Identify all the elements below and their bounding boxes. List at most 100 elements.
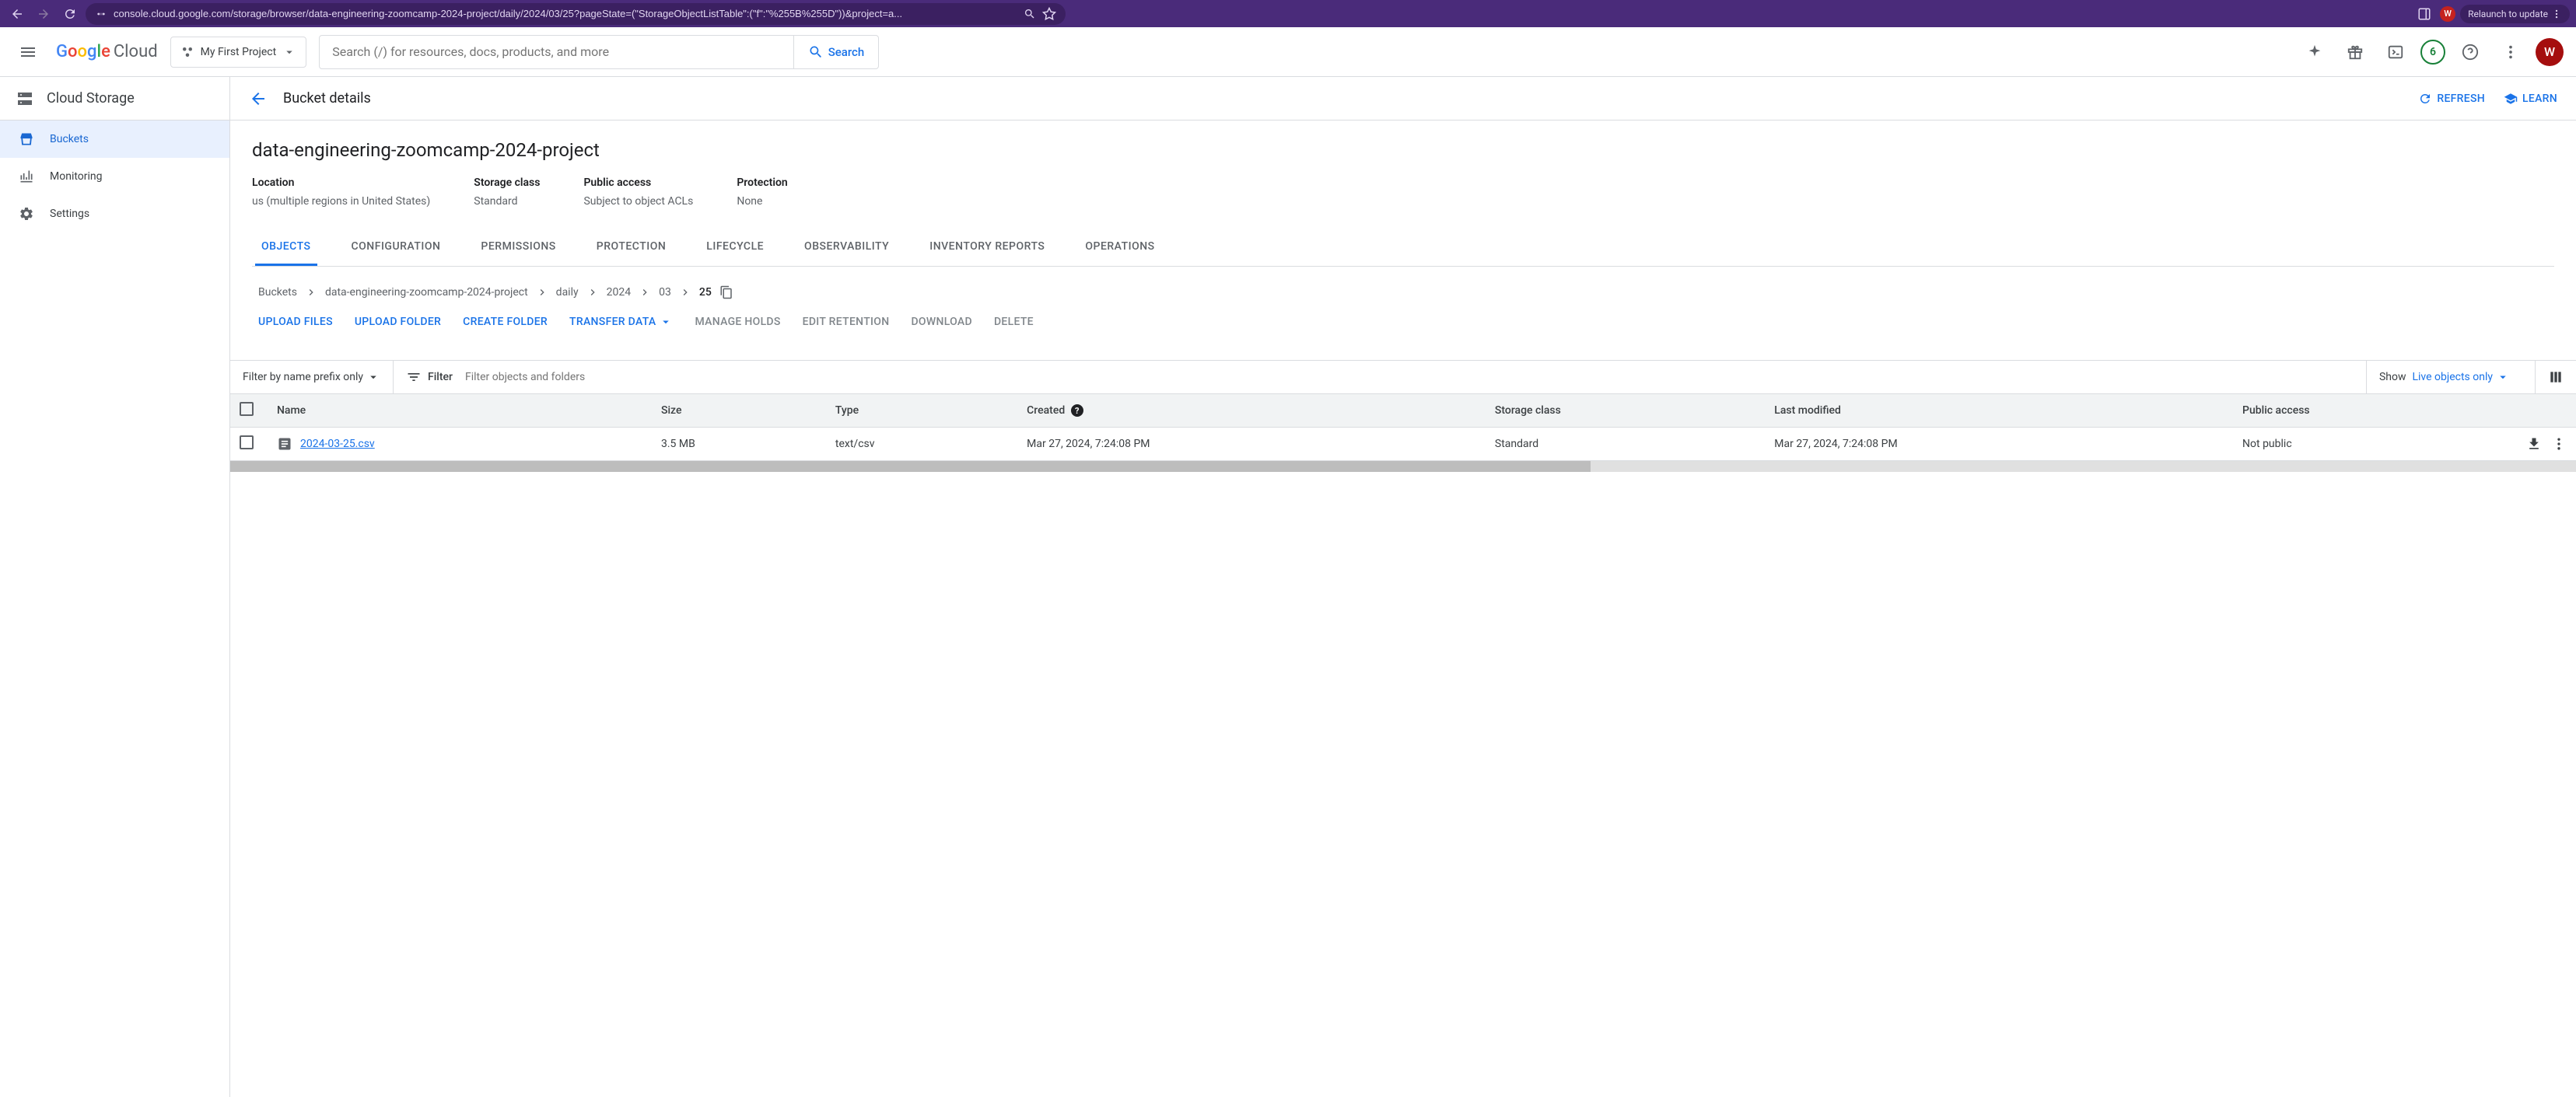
sidebar-item-monitoring[interactable]: Monitoring <box>0 158 229 195</box>
breadcrumb-root[interactable]: Buckets <box>258 286 297 299</box>
dropdown-icon <box>659 315 673 329</box>
edit-retention-button[interactable]: EDIT RETENTION <box>803 315 890 329</box>
browser-forward-button[interactable] <box>33 3 54 25</box>
bucket-info-row: Location us (multiple regions in United … <box>252 176 2554 208</box>
sidebar-item-buckets[interactable]: Buckets <box>0 121 229 158</box>
show-dropdown[interactable]: Live objects only <box>2412 370 2510 384</box>
browser-profile-badge[interactable]: W <box>2440 6 2455 22</box>
browser-url-bar[interactable]: console.cloud.google.com/storage/browser… <box>86 3 1066 25</box>
select-all-checkbox[interactable] <box>240 402 254 416</box>
breadcrumb-part[interactable]: 2024 <box>607 286 631 299</box>
create-folder-button[interactable]: CREATE FOLDER <box>463 315 548 329</box>
search-input[interactable] <box>320 44 793 59</box>
cloud-shell-icon[interactable] <box>2380 37 2411 68</box>
help-icon[interactable] <box>2455 37 2486 68</box>
breadcrumb: Buckets data-engineering-zoomcamp-2024-p… <box>252 267 2554 315</box>
object-name-link[interactable]: 2024-03-25.csv <box>300 438 375 450</box>
col-storage-class[interactable]: Storage class <box>1486 394 1765 428</box>
project-picker[interactable]: My First Project <box>170 37 307 68</box>
extension-panel-icon[interactable] <box>2413 3 2435 25</box>
cell-created: Mar 27, 2024, 7:24:08 PM <box>1017 428 1486 461</box>
relaunch-button[interactable]: Relaunch to update <box>2460 5 2570 23</box>
breadcrumb-part[interactable]: 03 <box>659 286 671 299</box>
download-button[interactable]: DOWNLOAD <box>911 315 972 329</box>
chevron-right-icon <box>639 286 651 299</box>
notification-badge[interactable]: 6 <box>2420 40 2445 65</box>
tab-operations[interactable]: OPERATIONS <box>1079 229 1160 266</box>
product-header: Cloud Storage <box>0 77 229 121</box>
nav-menu-button[interactable] <box>12 37 44 68</box>
column-display-button[interactable] <box>2535 361 2564 393</box>
row-checkbox[interactable] <box>240 435 254 449</box>
manage-holds-button[interactable]: MANAGE HOLDS <box>695 315 780 329</box>
info-value: Standard <box>474 195 540 208</box>
tabs: OBJECTS CONFIGURATION PERMISSIONS PROTEC… <box>252 229 2554 267</box>
bookmark-star-icon[interactable] <box>1042 7 1056 21</box>
storage-product-icon <box>16 89 34 108</box>
learn-button[interactable]: LEARN <box>2504 92 2557 106</box>
info-location: Location us (multiple regions in United … <box>252 176 430 208</box>
show-filter: Show Live objects only <box>2366 361 2510 393</box>
col-type[interactable]: Type <box>826 394 1017 428</box>
delete-button[interactable]: DELETE <box>994 315 1034 329</box>
ai-assist-icon[interactable] <box>2299 37 2330 68</box>
col-last-modified[interactable]: Last modified <box>1765 394 2233 428</box>
cell-type: text/csv <box>826 428 1017 461</box>
sidebar-item-settings[interactable]: Settings <box>0 195 229 232</box>
dropdown-icon <box>366 370 380 384</box>
scrollbar-thumb[interactable] <box>230 461 1591 472</box>
tab-permissions[interactable]: PERMISSIONS <box>474 229 562 266</box>
refresh-button[interactable]: REFRESH <box>2418 92 2485 106</box>
filter-bar: Filter by name prefix only Filter Show L… <box>230 360 2576 394</box>
breadcrumb-current: 25 <box>699 286 712 299</box>
show-label: Show <box>2379 371 2406 383</box>
tab-objects[interactable]: OBJECTS <box>255 229 317 266</box>
show-value-text: Live objects only <box>2412 371 2493 383</box>
row-more-icon[interactable] <box>2551 436 2567 452</box>
filter-icon <box>406 369 422 385</box>
gear-icon <box>19 206 34 222</box>
zoom-icon[interactable] <box>1024 8 1036 20</box>
col-size[interactable]: Size <box>652 394 826 428</box>
transfer-data-button[interactable]: TRANSFER DATA <box>569 315 673 329</box>
user-avatar[interactable]: W <box>2536 38 2564 66</box>
tab-configuration[interactable]: CONFIGURATION <box>345 229 447 266</box>
back-button[interactable] <box>249 89 268 108</box>
tab-lifecycle[interactable]: LIFECYCLE <box>700 229 770 266</box>
object-table-wrap: Name Size Type Created ? Storage class L… <box>230 394 2576 461</box>
download-row-icon[interactable] <box>2526 436 2542 452</box>
tab-protection[interactable]: PROTECTION <box>590 229 673 266</box>
info-icon[interactable]: ? <box>1071 404 1083 417</box>
filter-input[interactable] <box>465 371 2354 383</box>
copy-path-icon[interactable] <box>719 285 733 299</box>
tab-observability[interactable]: OBSERVABILITY <box>798 229 895 266</box>
breadcrumb-part[interactable]: daily <box>556 286 579 299</box>
gift-icon[interactable] <box>2340 37 2371 68</box>
project-icon <box>180 45 194 59</box>
info-value: Subject to object ACLs <box>583 195 693 208</box>
col-public-access[interactable]: Public access <box>2233 394 2517 428</box>
more-menu-icon[interactable] <box>2495 37 2526 68</box>
page-header: Bucket details REFRESH LEARN <box>230 77 2576 121</box>
upload-files-button[interactable]: UPLOAD FILES <box>258 315 333 329</box>
upload-folder-button[interactable]: UPLOAD FOLDER <box>355 315 441 329</box>
filter-prefix-dropdown[interactable]: Filter by name prefix only <box>243 361 394 393</box>
browser-back-button[interactable] <box>6 3 28 25</box>
object-actions-row: UPLOAD FILES UPLOAD FOLDER CREATE FOLDER… <box>252 315 2554 341</box>
tab-inventory-reports[interactable]: INVENTORY REPORTS <box>923 229 1051 266</box>
col-created[interactable]: Created ? <box>1017 394 1486 428</box>
relaunch-label: Relaunch to update <box>2468 9 2548 19</box>
horizontal-scrollbar[interactable] <box>230 461 2576 472</box>
col-name[interactable]: Name <box>268 394 652 428</box>
transfer-data-label: TRANSFER DATA <box>569 316 656 328</box>
filter-label: Filter <box>406 369 453 385</box>
sidebar: Cloud Storage Buckets Monitoring Setting… <box>0 77 230 1097</box>
cell-storage-class: Standard <box>1486 428 1765 461</box>
browser-reload-button[interactable] <box>59 3 81 25</box>
table-row: 2024-03-25.csv 3.5 MB text/csv Mar 27, 2… <box>230 428 2576 461</box>
breadcrumb-part[interactable]: data-engineering-zoomcamp-2024-project <box>325 286 528 299</box>
google-cloud-logo[interactable]: Google Cloud <box>56 42 158 61</box>
search-icon <box>808 44 824 60</box>
search-button[interactable]: Search <box>793 36 879 68</box>
cell-size: 3.5 MB <box>652 428 826 461</box>
